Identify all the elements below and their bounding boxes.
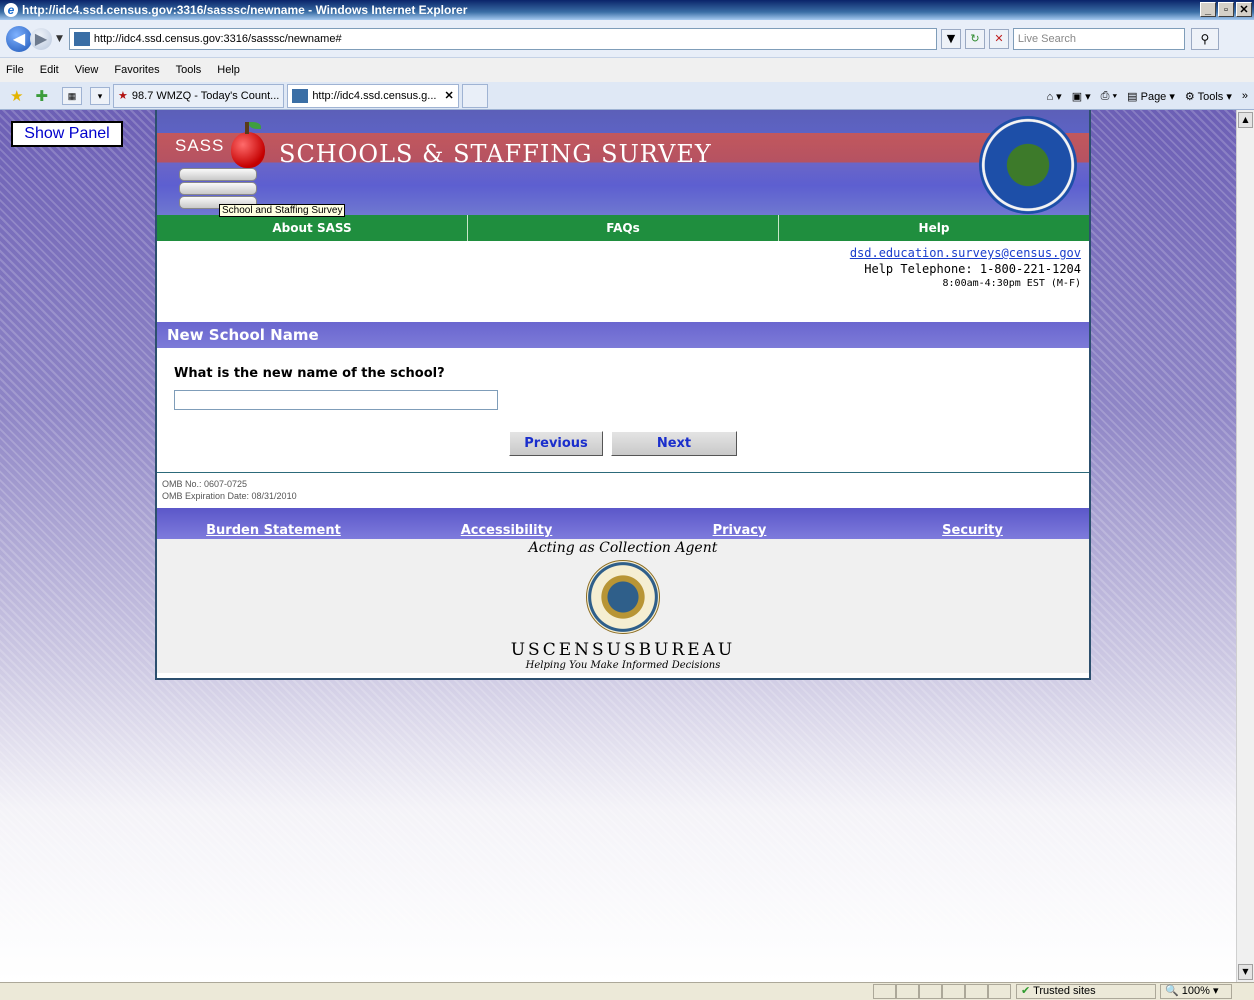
sass-logo-text: SASS — [175, 136, 225, 155]
site-favicon-icon — [73, 31, 90, 46]
census-bureau-logo: USCENSUSBUREAU — [510, 640, 736, 660]
page-menu[interactable]: ▤ Page ▾ — [1127, 90, 1175, 103]
help-telephone: Help Telephone: 1-800-221-1204 — [864, 262, 1081, 276]
security-zone: ✔ Trusted sites — [1016, 984, 1156, 999]
burden-statement-link[interactable]: Burden Statement — [157, 523, 390, 539]
help-hours: 8:00am-4:30pm EST (M-F) — [942, 278, 1081, 289]
add-favorites-icon[interactable]: ✚ — [35, 87, 48, 105]
new-school-name-input[interactable] — [174, 390, 498, 410]
omb-expiration: OMB Expiration Date: 08/31/2010 — [162, 491, 297, 501]
tools-menu[interactable]: ⚙ Tools ▾ — [1185, 90, 1232, 103]
status-bar: ✔ Trusted sites 🔍 100% ▾ — [0, 982, 1254, 1000]
section-title: New School Name — [157, 322, 1089, 348]
home-icon[interactable]: ⌂ ▾ — [1046, 90, 1061, 103]
nav-help[interactable]: Help — [779, 215, 1089, 241]
search-input[interactable]: Live Search — [1012, 27, 1185, 50]
tab-label: http://idc4.ssd.census.g... — [312, 89, 437, 102]
refresh-icon[interactable]: ↻ — [964, 28, 985, 49]
new-tab-button[interactable] — [461, 83, 488, 108]
back-button[interactable]: ◀ — [6, 25, 32, 52]
favorites-star-icon[interactable]: ★ — [10, 87, 23, 105]
scroll-up-icon[interactable]: ▲ — [1238, 112, 1253, 128]
maximize-button[interactable]: ▫ — [1218, 2, 1234, 17]
previous-button[interactable]: Previous — [509, 431, 603, 456]
omb-number: OMB No.: 0607-0725 — [162, 479, 248, 489]
zoom-control[interactable]: 🔍 100% ▾ — [1160, 984, 1232, 999]
nav-faqs[interactable]: FAQs — [468, 215, 779, 241]
window-controls: _ ▫ ✕ — [1200, 2, 1252, 17]
sass-banner: SASS SCHOOLS & STAFFING SURVEY — [157, 110, 1089, 215]
tab-list-dropdown-icon[interactable]: ▾ — [90, 86, 111, 105]
status-cells — [873, 984, 1011, 999]
menu-tools[interactable]: Tools — [176, 64, 202, 76]
address-bar-row: ◀ ▶ ▼ http://idc4.ssd.census.gov:3316/sa… — [0, 20, 1254, 58]
tab-bar: ★ ✚ ▦ ▾ ★ 98.7 WMZQ - Today's Count... h… — [0, 82, 1254, 110]
print-icon[interactable]: ⎙ ▾ — [1101, 90, 1117, 103]
department-of-education-seal-icon — [979, 116, 1077, 214]
menu-bar: File Edit View Favorites Tools Help — [0, 58, 1254, 82]
forward-button[interactable]: ▶ — [30, 27, 52, 50]
url-field[interactable]: http://idc4.ssd.census.gov:3316/sasssc/n… — [68, 27, 937, 50]
contact-info: dsd.education.surveys@census.gov Help Te… — [157, 241, 1089, 322]
security-link[interactable]: Security — [856, 523, 1089, 539]
window-title: http://idc4.ssd.census.gov:3316/sasssc/n… — [22, 3, 468, 17]
history-dropdown-icon[interactable]: ▼ — [56, 34, 63, 44]
survey-page: SASS SCHOOLS & STAFFING SURVEY School an… — [155, 110, 1091, 680]
tab-wmzq[interactable]: ★ 98.7 WMZQ - Today's Count... — [113, 83, 285, 108]
scroll-down-icon[interactable]: ▼ — [1238, 964, 1253, 980]
stop-icon[interactable]: ✕ — [988, 28, 1009, 49]
page-viewport: Show Panel SASS SCHOOLS & STAFFING SURVE… — [0, 110, 1236, 982]
tooltip: School and Staffing Survey — [219, 204, 346, 217]
page-menu-label: Page — [1140, 90, 1167, 103]
zoom-level: 100% — [1181, 985, 1210, 997]
accessibility-link[interactable]: Accessibility — [390, 523, 623, 539]
privacy-link[interactable]: Privacy — [623, 523, 856, 539]
star-favicon-icon: ★ — [118, 90, 128, 102]
email-link[interactable]: dsd.education.surveys@census.gov — [850, 246, 1081, 260]
window-title-bar: e http://idc4.ssd.census.gov:3316/sasssc… — [0, 0, 1254, 20]
site-favicon-icon — [292, 88, 309, 103]
zone-label: Trusted sites — [1033, 985, 1096, 997]
tab-census[interactable]: http://idc4.ssd.census.g... ✕ — [287, 83, 459, 108]
vertical-scrollbar[interactable]: ▲ ▼ — [1236, 110, 1254, 982]
tools-menu-label: Tools — [1197, 90, 1224, 103]
url-dropdown-icon[interactable]: ▼ — [940, 28, 961, 49]
search-icon[interactable]: ⚲ — [1190, 27, 1219, 50]
quick-tabs-icon[interactable]: ▦ — [62, 86, 83, 105]
top-navigation: About SASS FAQs Help — [157, 215, 1089, 241]
chevron-right-icon[interactable]: » — [1242, 90, 1248, 102]
checkmark-icon: ✔ — [1021, 985, 1031, 997]
question-label: What is the new name of the school? — [174, 366, 445, 381]
department-of-commerce-seal-icon — [586, 560, 660, 634]
next-button[interactable]: Next — [611, 431, 737, 456]
minimize-button[interactable]: _ — [1200, 2, 1216, 17]
nav-about-sass[interactable]: About SASS — [157, 215, 468, 241]
menu-file[interactable]: File — [6, 64, 24, 76]
show-panel-button[interactable]: Show Panel — [11, 121, 123, 147]
acting-as-collection-agent: Acting as Collection Agent — [528, 540, 718, 556]
url-text: http://idc4.ssd.census.gov:3316/sasssc/n… — [93, 32, 342, 45]
menu-favorites[interactable]: Favorites — [114, 64, 159, 76]
ie-logo-icon: e — [4, 3, 18, 17]
apple-icon — [231, 122, 265, 168]
banner-title: SCHOOLS & STAFFING SURVEY — [279, 140, 712, 168]
census-tagline: Helping You Make Informed Decisions — [525, 660, 721, 671]
footer-navigation: Burden Statement Accessibility Privacy S… — [157, 508, 1089, 539]
command-bar: ⌂ ▾ ▣ ▾ ⎙ ▾ ▤ Page ▾ ⚙ Tools ▾ » — [1046, 82, 1248, 110]
close-window-button[interactable]: ✕ — [1236, 2, 1252, 17]
menu-edit[interactable]: Edit — [40, 64, 59, 76]
menu-help[interactable]: Help — [217, 64, 240, 76]
tab-label: 98.7 WMZQ - Today's Count... — [131, 89, 280, 102]
close-tab-icon[interactable]: ✕ — [444, 89, 453, 102]
navigation-buttons: Previous Next — [509, 431, 737, 456]
omb-info: OMB No.: 0607-0725 OMB Expiration Date: … — [157, 473, 1089, 508]
feeds-icon[interactable]: ▣ ▾ — [1072, 90, 1091, 103]
menu-view[interactable]: View — [75, 64, 99, 76]
collection-agent: Acting as Collection Agent USCENSUSBUREA… — [157, 539, 1089, 673]
